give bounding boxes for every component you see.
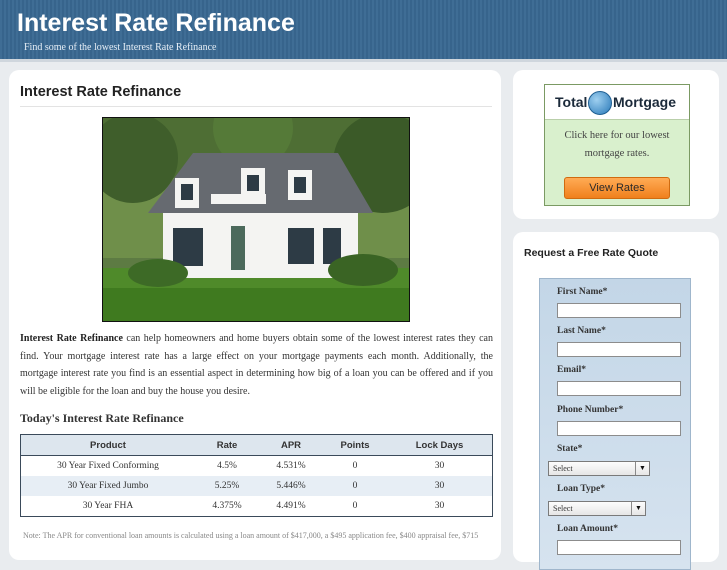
view-rates-button[interactable]: View Rates [564, 177, 670, 199]
quote-title: Request a Free Rate Quote [524, 247, 659, 259]
last-name-label: Last Name* [557, 326, 606, 336]
ad-box: Total Mortgage Click here for our lowest… [513, 70, 719, 219]
site-tagline: Find some of the lowest Interest Rate Re… [24, 42, 217, 53]
loan-amount-label: Loan Amount* [557, 524, 618, 534]
chevron-down-icon: ▼ [635, 462, 649, 475]
total-mortgage-ad[interactable]: Total Mortgage Click here for our lowest… [544, 84, 690, 206]
column-header: Lock Days [387, 434, 493, 456]
main-content: Interest Rate Refinance Interest Rate Re… [9, 70, 501, 560]
last-name-field[interactable] [557, 342, 681, 357]
column-header: Rate [195, 434, 259, 456]
table-cell: 5.25% [195, 476, 259, 496]
state-select-value: Select [553, 464, 573, 473]
logo-text-right: Mortgage [613, 94, 676, 110]
globe-icon [588, 91, 612, 115]
table-cell: 4.491% [276, 501, 306, 511]
loan-amount-field[interactable] [557, 540, 681, 555]
loan-type-select-value: Select [553, 504, 573, 513]
first-name-field[interactable] [557, 303, 681, 318]
loan-type-label: Loan Type* [557, 484, 605, 494]
table-cell: 0 [352, 501, 358, 511]
rates-section-title: Today's Interest Rate Refinance [20, 411, 184, 425]
table-cell: 5.446% [259, 476, 323, 496]
email-field[interactable] [557, 381, 681, 396]
rates-table: Product Rate APR Points Lock Days 30 Yea… [20, 434, 493, 517]
ad-text[interactable]: Click here for our lowest mortgage rates… [553, 127, 681, 163]
table-cell: 0 [323, 476, 387, 496]
phone-label: Phone Number* [557, 405, 624, 415]
table-row: 30 Year Fixed Conforming 4.5% 4.531% 0 3… [21, 456, 493, 477]
intro-lead: Interest Rate Refinance [20, 333, 123, 344]
column-header: Points [323, 434, 387, 456]
intro-paragraph: Interest Rate Refinance can help homeown… [20, 330, 493, 400]
logo-text-left: Total [555, 94, 588, 110]
house-illustration [103, 118, 409, 321]
site-header: Interest Rate Refinance Find some of the… [0, 0, 727, 62]
table-cell: 30 [434, 501, 445, 511]
phone-field[interactable] [557, 421, 681, 436]
table-cell: 4.531% [276, 461, 306, 471]
table-cell: 30 [387, 476, 493, 496]
table-cell: 0 [352, 461, 358, 471]
chevron-down-icon: ▼ [631, 502, 645, 515]
table-cell: 4.375% [212, 501, 242, 511]
first-name-label: First Name* [557, 287, 608, 297]
email-label: Email* [557, 365, 587, 375]
table-row: 30 Year Fixed Jumbo 5.25% 5.446% 0 30 [20, 476, 493, 496]
page-title: Interest Rate Refinance [20, 84, 492, 107]
apr-note: Note: The APR for conventional loan amou… [23, 531, 479, 540]
loan-type-select[interactable]: Select ▼ [548, 501, 646, 516]
quote-box: Request a Free Rate Quote First Name* La… [513, 232, 719, 570]
table-header-row: Product Rate APR Points Lock Days [20, 434, 493, 456]
table-row: 30 Year FHA 4.375% 4.491% 0 30 [21, 496, 493, 517]
house-photo [102, 117, 410, 322]
total-mortgage-logo[interactable]: Total Mortgage [545, 85, 689, 120]
table-cell: 30 [434, 461, 445, 471]
table-cell: 4.5% [217, 461, 237, 471]
table-cell: 30 Year Fixed Conforming [57, 461, 159, 471]
column-header: APR [259, 434, 323, 456]
site-title[interactable]: Interest Rate Refinance [17, 9, 295, 38]
table-cell: 30 Year Fixed Jumbo [20, 476, 195, 496]
column-header: Product [20, 434, 195, 456]
state-select[interactable]: Select ▼ [548, 461, 650, 476]
table-cell: 30 Year FHA [82, 501, 134, 511]
state-label: State* [557, 444, 583, 454]
quote-form: First Name* Last Name* Email* Phone Numb… [539, 278, 691, 570]
